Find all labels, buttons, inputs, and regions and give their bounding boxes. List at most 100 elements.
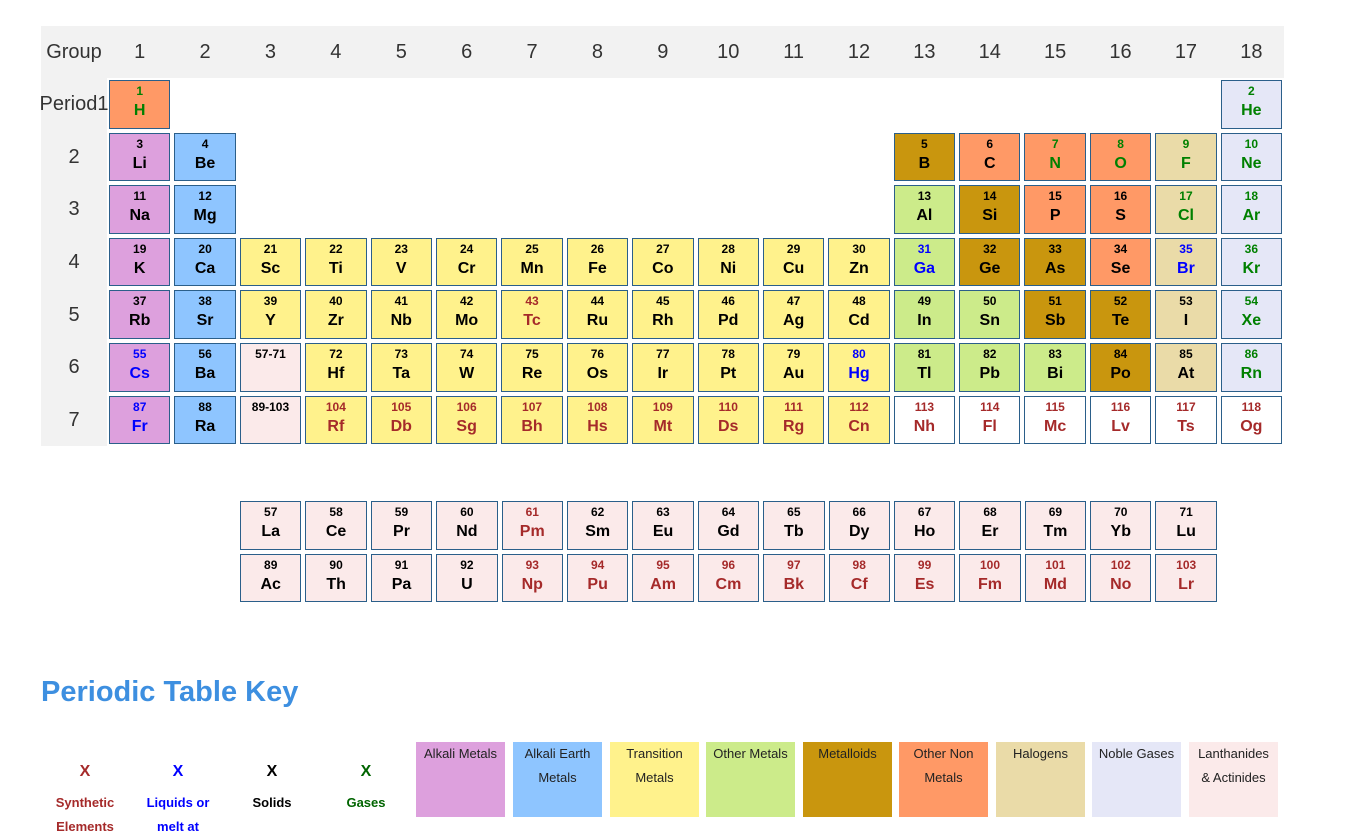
element-cell-sn[interactable]: 50 Sn [959,290,1021,339]
element-cell-n[interactable]: 7N [1024,132,1086,182]
element-cell-ir[interactable]: 77 Ir [632,342,694,392]
element-cell-au[interactable]: 79 Au [762,342,825,392]
element-cell-sm[interactable]: 62 Sm [566,501,629,550]
element-cell-hg[interactable]: 80 Hg [828,342,890,392]
element-cell-k[interactable]: 19 K [109,237,171,287]
element-cell-eu[interactable]: 63 Eu [632,501,694,550]
element-cell-pt[interactable]: 78 Pt [697,342,759,392]
element-cell-po[interactable]: 84 Po [1089,342,1152,392]
element-cell-cs[interactable]: 55 Cs [109,342,171,392]
element-cell-cu[interactable]: 29 Cu [762,237,825,287]
element-cell-fm[interactable]: 100 Fm [959,553,1021,603]
element-cell-ba[interactable]: 56 Ba [174,342,236,392]
element-cell-tl[interactable]: 81 Tl [893,342,956,392]
element-cell-ts[interactable]: 117 Ts [1155,395,1217,445]
element-cell-pr[interactable]: 59 Pr [370,501,433,550]
element-cell-sc[interactable]: 21 Sc [239,237,302,287]
element-cell-ag[interactable]: 47 Ag [762,290,825,339]
element-cell-tb[interactable]: 65 Tb [763,501,825,550]
element-cell-sb[interactable]: 51 Sb [1024,290,1086,339]
element-cell-cm[interactable]: 96 Cm [697,553,760,603]
element-cell-lr[interactable]: 103 Lr [1155,553,1217,603]
element-cell-in[interactable]: 49 In [893,290,956,339]
element-cell-th[interactable]: 90 Th [305,553,367,603]
element-cell-pa[interactable]: 91 Pa [370,553,433,603]
element-cell-sg[interactable]: 106 Sg [435,395,498,445]
element-cell-fl[interactable]: 114 Fl [959,395,1021,445]
element-cell-f[interactable]: 9F [1155,132,1217,182]
element-cell-np[interactable]: 93 Np [501,553,563,603]
element-cell-cr[interactable]: 24 Cr [435,237,498,287]
element-cell-ne[interactable]: 10 Ne [1220,132,1283,182]
element-cell-be[interactable]: 4 Be [174,132,236,182]
element-cell-ge[interactable]: 32 Ge [959,237,1021,287]
element-cell-nb[interactable]: 41 Nb [370,290,432,339]
element-cell-te[interactable]: 52 Te [1089,290,1152,339]
element-cell-lu[interactable]: 71 Lu [1155,501,1217,550]
element-cell-no[interactable]: 102 No [1090,553,1152,603]
element-cell-ga[interactable]: 31 Ga [893,237,956,287]
element-cell-ar[interactable]: 18 Ar [1220,185,1283,234]
element-cell-ru[interactable]: 44 Ru [566,290,629,339]
element-cell-w[interactable]: 74 W [435,342,498,392]
element-cell-y[interactable]: 39 Y [239,290,302,339]
element-cell-re[interactable]: 75 Re [501,342,563,392]
element-cell-ta[interactable]: 73 Ta [370,342,432,392]
element-cell-as[interactable]: 33 As [1024,237,1086,287]
element-cell-br[interactable]: 35 Br [1155,237,1217,287]
element-cell-os[interactable]: 76 Os [566,342,629,392]
element-cell-zr[interactable]: 40 Zr [305,290,367,339]
element-cell-rn[interactable]: 86 Rn [1220,342,1283,392]
element-cell-he[interactable]: 2 He [1220,80,1283,129]
element-cell-li[interactable]: 3 Li [109,132,171,182]
element-cell-mg[interactable]: 12 Mg [174,185,236,234]
element-cell-sr[interactable]: 38 Sr [174,290,236,339]
element-cell-ti[interactable]: 22 Ti [305,237,367,287]
element-cell-mn[interactable]: 25 Mn [501,237,563,287]
element-cell-v[interactable]: 23 V [370,237,432,287]
element-cell-hf[interactable]: 72 Hf [305,342,367,392]
element-cell-range-57-71[interactable]: 57-71 [239,342,302,392]
element-cell-pu[interactable]: 94 Pu [566,553,629,603]
element-cell-ra[interactable]: 88 Ra [174,395,236,445]
element-cell-yb[interactable]: 70 Yb [1090,501,1152,550]
element-cell-c[interactable]: 6C [959,132,1021,182]
element-cell-ce[interactable]: 58 Ce [305,501,367,550]
element-cell-ho[interactable]: 67 Ho [893,501,956,550]
element-cell-se[interactable]: 34 Se [1089,237,1152,287]
element-cell-rh[interactable]: 45 Rh [632,290,694,339]
element-cell-range-89-103[interactable]: 89-103 [239,395,302,445]
element-cell-md[interactable]: 101 Md [1024,553,1087,603]
element-cell-si[interactable]: 14 Si [959,185,1021,234]
element-cell-ca[interactable]: 20 Ca [174,237,236,287]
element-cell-dy[interactable]: 66 Dy [828,501,890,550]
element-cell-u[interactable]: 92 U [436,553,498,603]
element-cell-al[interactable]: 13 Al [893,185,956,234]
element-cell-ds[interactable]: 110 Ds [697,395,759,445]
element-cell-rf[interactable]: 104 Rf [305,395,367,445]
element-cell-pb[interactable]: 82 Pb [959,342,1021,392]
element-cell-lv[interactable]: 116 Lv [1089,395,1152,445]
element-cell-la[interactable]: 57 La [240,501,302,550]
element-cell-hs[interactable]: 108 Hs [566,395,629,445]
element-cell-cn[interactable]: 112 Cn [828,395,890,445]
element-cell-bi[interactable]: 83 Bi [1024,342,1086,392]
element-cell-zn[interactable]: 30 Zn [828,237,890,287]
element-cell-cd[interactable]: 48 Cd [828,290,890,339]
element-cell-nd[interactable]: 60 Nd [436,501,498,550]
element-cell-ni[interactable]: 28 Ni [697,237,759,287]
element-cell-na[interactable]: 11 Na [109,185,171,234]
element-cell-tm[interactable]: 69 Tm [1024,501,1087,550]
element-cell-i[interactable]: 53 I [1155,290,1217,339]
element-cell-ac[interactable]: 89 Ac [240,553,302,603]
element-cell-kr[interactable]: 36 Kr [1220,237,1283,287]
element-cell-gd[interactable]: 64 Gd [697,501,760,550]
element-cell-og[interactable]: 118 Og [1220,395,1283,445]
element-cell-h[interactable]: 1H [109,80,171,129]
element-cell-co[interactable]: 27 Co [632,237,694,287]
element-cell-es[interactable]: 99 Es [893,553,956,603]
element-cell-mc[interactable]: 115 Mc [1024,395,1086,445]
element-cell-tc[interactable]: 43 Tc [501,290,563,339]
element-cell-bh[interactable]: 107 Bh [501,395,563,445]
element-cell-at[interactable]: 85 At [1155,342,1217,392]
